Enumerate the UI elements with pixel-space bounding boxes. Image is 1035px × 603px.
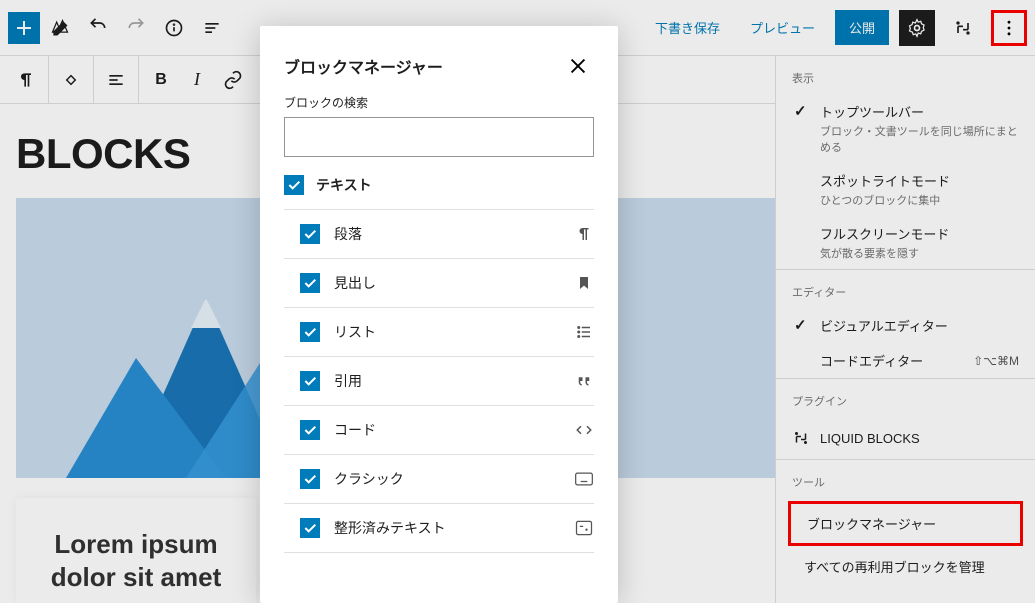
block-item[interactable]: 引用 xyxy=(284,357,594,406)
block-item[interactable]: コード xyxy=(284,406,594,455)
category-header: テキスト xyxy=(284,157,594,210)
list-icon xyxy=(574,323,594,341)
block-checkbox[interactable] xyxy=(300,371,320,391)
menu-title: スポットライトモード xyxy=(820,171,950,190)
settings-button[interactable] xyxy=(899,10,935,46)
menu-reusable-blocks[interactable]: すべての再利用ブロックを管理 xyxy=(776,549,1035,584)
section-label-plugin: プラグイン xyxy=(776,378,1035,417)
move-up-down[interactable] xyxy=(53,62,89,98)
modal-header: ブロックマネージャー xyxy=(260,26,618,94)
bookmark-icon xyxy=(574,274,594,292)
menu-title: コードエディター xyxy=(820,351,923,370)
menu-code-editor[interactable]: コードエディター ⇧⌥⌘M xyxy=(776,343,1035,378)
category-title: テキスト xyxy=(316,175,372,195)
menu-desc: ブロック・文書ツールを同じ場所にまとめる xyxy=(820,123,1019,155)
menu-liquid-blocks[interactable]: LIQUID BLOCKS xyxy=(776,417,1035,459)
category-checkbox[interactable] xyxy=(284,175,304,195)
info-button[interactable] xyxy=(156,10,192,46)
section-label-view: 表示 xyxy=(776,56,1035,94)
outline-button[interactable] xyxy=(194,10,230,46)
lorem-text: Lorem ipsum dolor sit amet xyxy=(36,528,236,593)
block-label: リスト xyxy=(334,322,560,342)
block-checkbox[interactable] xyxy=(300,469,320,489)
modal-close-button[interactable] xyxy=(562,50,594,82)
modal-title: ブロックマネージャー xyxy=(284,54,443,78)
menu-shortcut: ⇧⌥⌘M xyxy=(973,354,1019,368)
menu-title: フルスクリーンモード xyxy=(820,224,949,243)
quote-icon xyxy=(574,372,594,390)
menu-desc: 気が散る要素を隠す xyxy=(820,245,949,261)
link-button[interactable] xyxy=(215,62,251,98)
text-overlay-block[interactable]: Lorem ipsum dolor sit amet xyxy=(16,498,256,603)
plugin-icon xyxy=(792,429,810,447)
jetpack-button[interactable] xyxy=(945,10,981,46)
code-icon xyxy=(574,421,594,439)
block-label: コード xyxy=(334,420,560,440)
menu-top-toolbar[interactable]: トップツールバー ブロック・文書ツールを同じ場所にまとめる xyxy=(776,94,1035,163)
menu-title: ビジュアルエディター xyxy=(820,316,948,335)
save-draft-button[interactable]: 下書き保存 xyxy=(645,12,730,43)
block-checkbox[interactable] xyxy=(300,224,320,244)
plugin-label: LIQUID BLOCKS xyxy=(820,431,920,446)
preview-button[interactable]: プレビュー xyxy=(740,12,825,43)
menu-fullscreen[interactable]: フルスクリーンモード 気が散る要素を隠す xyxy=(776,216,1035,269)
block-checkbox[interactable] xyxy=(300,322,320,342)
menu-title: すべての再利用ブロックを管理 xyxy=(804,557,985,576)
add-block-button[interactable] xyxy=(8,12,40,44)
block-checkbox[interactable] xyxy=(300,420,320,440)
block-list: 段落見出しリスト引用コードクラシック整形済みテキスト xyxy=(284,210,594,553)
redo-button[interactable] xyxy=(118,10,154,46)
block-label: 引用 xyxy=(334,371,560,391)
block-item[interactable]: 段落 xyxy=(284,210,594,259)
preformatted-icon xyxy=(574,519,594,537)
more-menu-button[interactable] xyxy=(991,10,1027,46)
block-checkbox[interactable] xyxy=(300,518,320,538)
block-item[interactable]: リスト xyxy=(284,308,594,357)
block-checkbox[interactable] xyxy=(300,273,320,293)
top-right-tools: 下書き保存 プレビュー 公開 xyxy=(645,10,1027,46)
more-menu-panel: 表示 トップツールバー ブロック・文書ツールを同じ場所にまとめる スポットライト… xyxy=(775,56,1035,603)
section-label-tools: ツール xyxy=(776,459,1035,498)
pilcrow-icon xyxy=(574,225,594,243)
keyboard-icon xyxy=(574,471,594,487)
block-item[interactable]: 見出し xyxy=(284,259,594,308)
menu-title: ブロックマネージャー xyxy=(807,517,936,532)
block-search-input[interactable] xyxy=(284,117,594,157)
section-label-editor: エディター xyxy=(776,269,1035,308)
modal-body: ブロックの検索 テキスト 段落見出しリスト引用コードクラシック整形済みテキスト xyxy=(260,94,618,603)
bold-button[interactable]: B xyxy=(143,62,179,98)
block-label: 見出し xyxy=(334,273,560,293)
menu-visual-editor[interactable]: ビジュアルエディター xyxy=(776,308,1035,343)
publish-button[interactable]: 公開 xyxy=(835,10,889,45)
block-label: クラシック xyxy=(334,469,560,489)
undo-button[interactable] xyxy=(80,10,116,46)
block-label: 整形済みテキスト xyxy=(334,518,560,538)
align-button[interactable] xyxy=(98,62,134,98)
menu-spotlight[interactable]: スポットライトモード ひとつのブロックに集中 xyxy=(776,163,1035,216)
paragraph-icon[interactable] xyxy=(8,62,44,98)
italic-button[interactable]: I xyxy=(179,62,215,98)
search-label: ブロックの検索 xyxy=(284,94,594,111)
menu-title: トップツールバー xyxy=(820,102,1019,121)
block-manager-modal: ブロックマネージャー ブロックの検索 テキスト 段落見出しリスト引用コードクラシ… xyxy=(260,26,618,603)
menu-desc: ひとつのブロックに集中 xyxy=(820,192,950,208)
edit-mode-button[interactable] xyxy=(42,10,78,46)
menu-block-manager[interactable]: ブロックマネージャー xyxy=(788,501,1023,546)
top-left-tools xyxy=(8,10,230,46)
block-item[interactable]: クラシック xyxy=(284,455,594,504)
block-item[interactable]: 整形済みテキスト xyxy=(284,504,594,553)
block-label: 段落 xyxy=(334,224,560,244)
